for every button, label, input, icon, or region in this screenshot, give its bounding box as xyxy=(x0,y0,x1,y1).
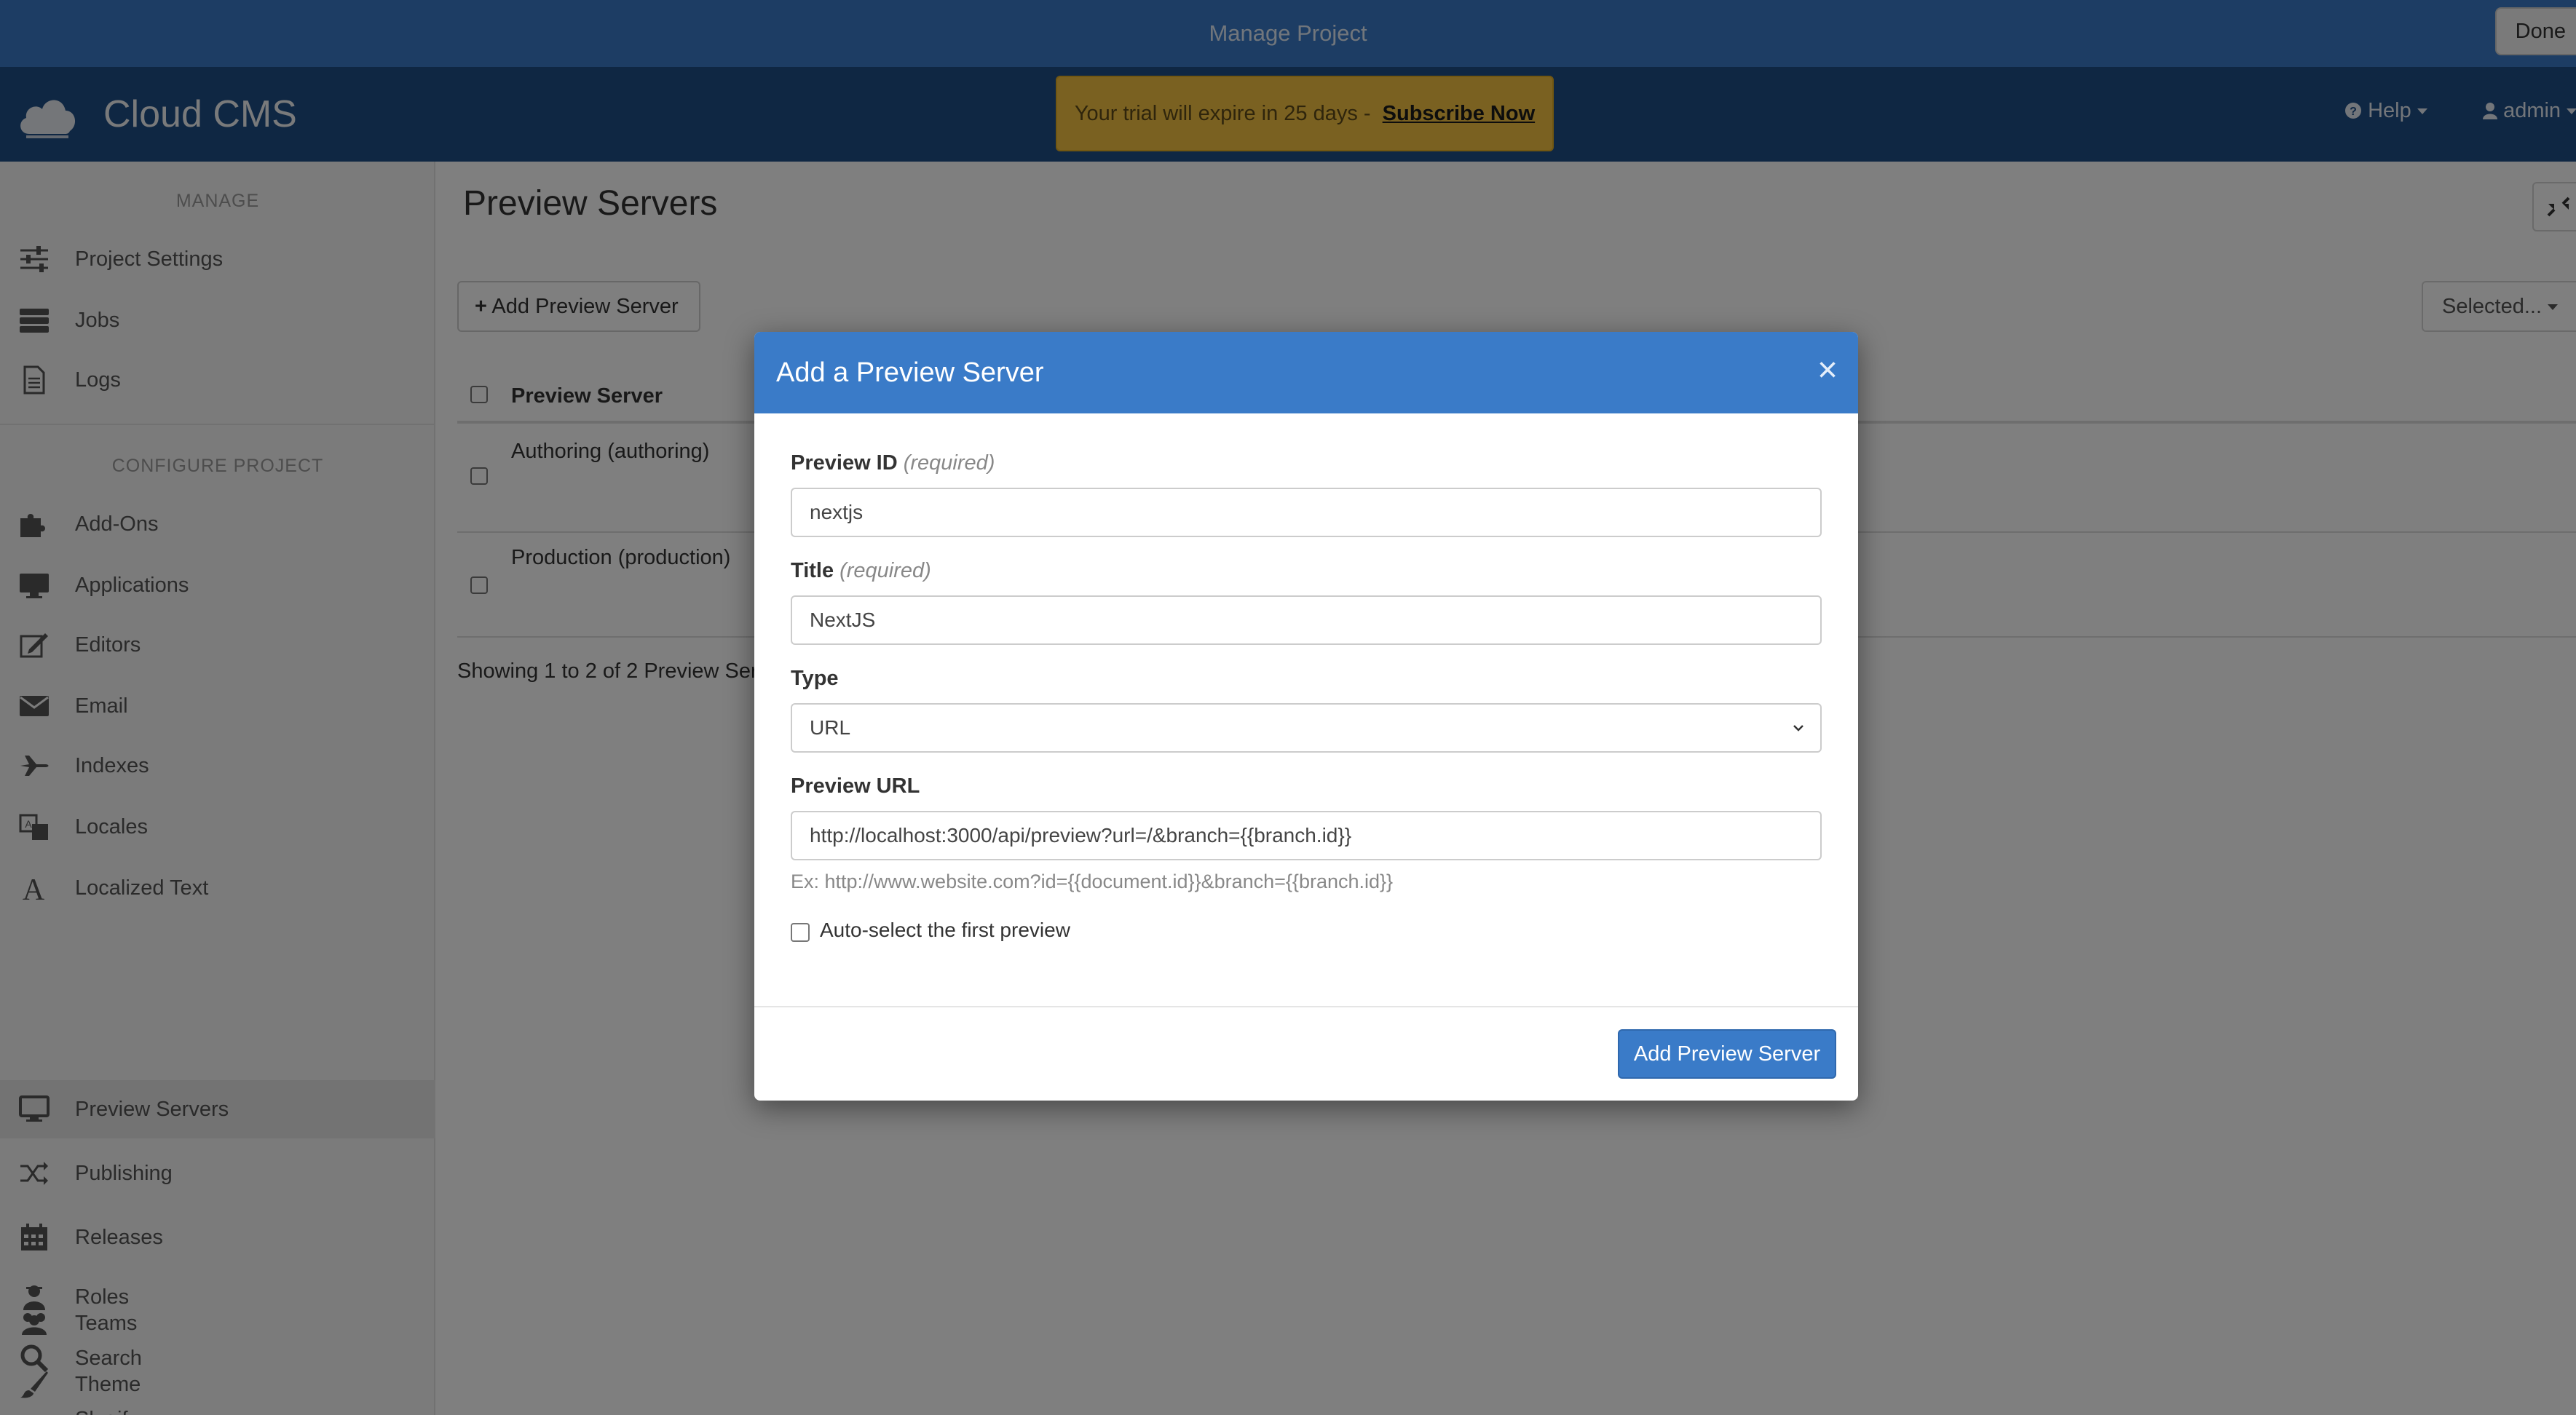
preview-id-input[interactable]: nextjs xyxy=(791,488,1822,537)
type-select-value: URL xyxy=(810,716,851,739)
modal-title: Add a Preview Server xyxy=(776,357,1044,388)
preview-id-label: Preview ID (required) xyxy=(791,451,995,475)
type-select[interactable]: URL xyxy=(791,703,1822,753)
preview-url-input[interactable]: http://localhost:3000/api/preview?url=/&… xyxy=(791,811,1822,860)
add-preview-server-submit-button[interactable]: Add Preview Server xyxy=(1618,1029,1836,1079)
preview-url-label: Preview URL xyxy=(791,774,920,798)
required-hint: (required) xyxy=(839,559,931,582)
title-label-text: Title xyxy=(791,559,834,582)
close-icon[interactable]: × xyxy=(1817,332,1838,409)
modal-footer-divider xyxy=(754,1006,1858,1007)
auto-select-label: Auto-select the first preview xyxy=(820,919,1070,941)
preview-url-help: Ex: http://www.website.com?id={{document… xyxy=(791,871,1394,892)
preview-id-label-text: Preview ID xyxy=(791,451,898,475)
title-input[interactable]: NextJS xyxy=(791,595,1822,645)
type-label: Type xyxy=(791,667,839,690)
add-preview-server-modal: Add a Preview Server × Preview ID (requir… xyxy=(754,332,1858,1101)
modal-header: Add a Preview Server × xyxy=(754,332,1858,413)
auto-select-checkbox[interactable] xyxy=(791,923,810,942)
required-hint: (required) xyxy=(903,451,995,475)
title-label: Title (required) xyxy=(791,559,931,583)
chevron-down-icon xyxy=(1793,725,1803,732)
